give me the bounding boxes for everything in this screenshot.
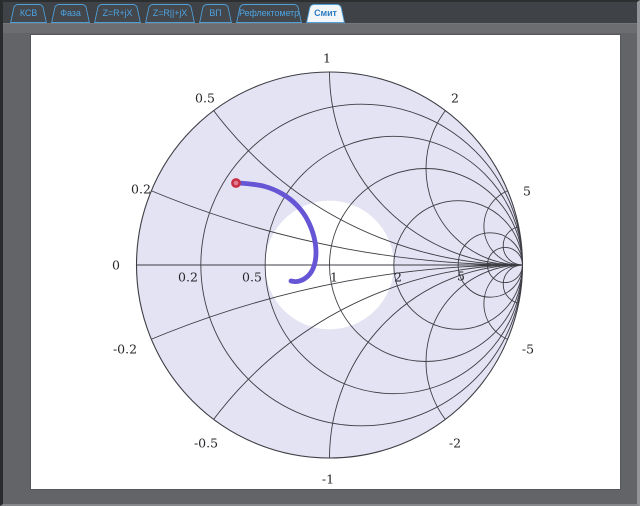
- app-window: КСВФазаZ=R+jXZ=R||+jXВПРефлектометрСмит …: [0, 0, 640, 506]
- reactance-rim-label: -5: [522, 342, 534, 357]
- titlebar-strip: [3, 23, 637, 33]
- tab-label: Z=R+jX: [103, 9, 133, 18]
- reactance-rim-label: 1: [323, 51, 331, 66]
- resistance-axis-label: 5: [457, 269, 465, 284]
- reactance-rim-label: 0.2: [131, 182, 151, 197]
- tab-vp[interactable]: ВП: [199, 4, 232, 23]
- resistance-axis-label: 0: [112, 258, 120, 273]
- resistance-axis-label: 2: [394, 270, 402, 285]
- reactance-rim-label: -1: [322, 472, 334, 487]
- reactance-rim-label: -2: [449, 436, 461, 451]
- tab-ksv[interactable]: КСВ: [10, 4, 47, 23]
- resistance-axis-label: 0.2: [178, 270, 198, 285]
- reactance-rim-label: -0.5: [194, 436, 218, 451]
- tab-label: Фаза: [60, 9, 80, 18]
- tab-label: КСВ: [20, 9, 37, 18]
- tab-z-r-par-jx[interactable]: Z=R||+jX: [145, 4, 195, 23]
- reactance-rim-label: 0.5: [195, 91, 215, 106]
- tab-label: Рефлектометр: [239, 9, 299, 18]
- tab-label: Z=R||+jX: [153, 9, 187, 18]
- resistance-axis-label: 0.5: [242, 270, 262, 285]
- reactance-rim-label: 2: [451, 91, 459, 106]
- tab-z-r-jx[interactable]: Z=R+jX: [94, 4, 141, 23]
- tab-reflectometer[interactable]: Рефлектометр: [236, 4, 302, 23]
- chart-panel: 0 0.2 0.5 1 2 5 1 0.5 2 0.2 5 -0.2 -5 -0.5 -2 -1: [31, 35, 620, 489]
- tab-label: ВП: [209, 9, 221, 18]
- reactance-rim-label: 5: [523, 184, 531, 199]
- tab-bar: КСВ Фаза Z=R+jX Z=R||+jX ВП Рефлектометр Смит: [3, 2, 637, 23]
- tab-smith[interactable]: Смит: [306, 4, 345, 23]
- smith-chart-svg: 0 0.2 0.5 1 2 5 1 0.5 2 0.2 5 -0.2 -5 -0.5 -2 -1: [31, 35, 620, 489]
- reactance-rim-label: -0.2: [113, 342, 137, 357]
- trajectory-start-marker: [232, 179, 239, 186]
- tab-label: Смит: [314, 9, 337, 18]
- resistance-axis-label: 1: [330, 270, 338, 285]
- tab-faza[interactable]: Фаза: [51, 4, 90, 23]
